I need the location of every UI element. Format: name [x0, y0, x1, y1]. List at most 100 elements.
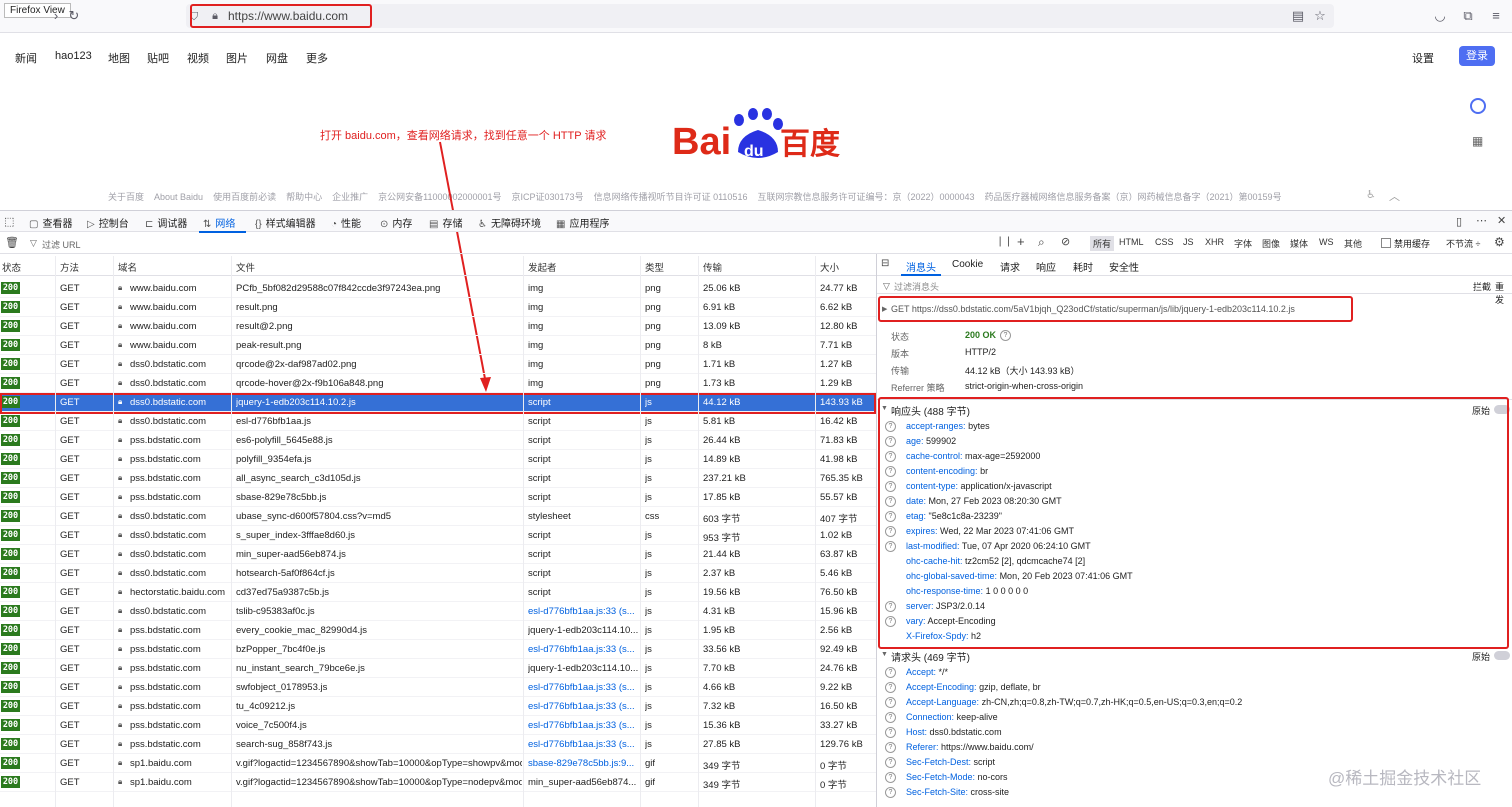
column-header[interactable]: 方法	[60, 260, 79, 274]
table-row[interactable]: 200 GET 🔒︎ pss.bdstatic.com nu_instant_searc…	[0, 659, 876, 678]
detail-tab[interactable]: 响应	[1036, 259, 1056, 274]
extensions-icon[interactable]: ⧉	[1460, 8, 1476, 24]
menu-icon[interactable]: ≡	[1488, 8, 1504, 24]
settings-link[interactable]: 设置	[1412, 50, 1434, 66]
help-icon[interactable]: ?	[885, 742, 896, 753]
table-row[interactable]: 200 GET 🔒︎ dss0.bdstatic.com esl-d776bfb1aa.…	[0, 412, 876, 431]
footer-link[interactable]: 京ICP证030173号	[512, 192, 584, 202]
assistant-icon[interactable]	[1470, 98, 1486, 114]
table-row[interactable]: 200 GET 🔒︎ pss.bdstatic.com search-sug_858f7…	[0, 735, 876, 754]
collapse-arrow-icon[interactable]: ▼	[881, 651, 888, 658]
help-icon[interactable]: ?	[885, 682, 896, 693]
table-row[interactable]: 200 GET 🔒︎ www.baidu.com result@2.png img png 1…	[0, 317, 876, 336]
table-row[interactable]: 200 GET 🔒︎ dss0.bdstatic.com tslib-c95383af0…	[0, 602, 876, 621]
raw-toggle[interactable]	[1494, 651, 1510, 660]
filter-url-input[interactable]: 过滤 URL	[42, 238, 81, 251]
table-row[interactable]: 200 GET 🔒︎ pss.bdstatic.com polyfill_9354efa…	[0, 450, 876, 469]
column-header[interactable]: 大小	[820, 260, 839, 274]
help-icon[interactable]: ?	[885, 697, 896, 708]
table-row[interactable]: 200 GET 🔒︎ sp1.baidu.com v.gif?logactid=1234…	[0, 754, 876, 773]
table-row[interactable]: 200 GET 🔒︎ www.baidu.com PCfb_5bf082d29588c0…	[0, 279, 876, 298]
detail-tab[interactable]: 请求	[1000, 259, 1020, 274]
reload-icon[interactable]: ↻	[66, 8, 82, 24]
url-text[interactable]: https://www.baidu.com	[228, 9, 348, 23]
initiator-cell[interactable]: esl-d776bfb1aa.js:33 (s...	[528, 720, 638, 731]
type-filter-button[interactable]: 所有	[1090, 236, 1115, 251]
help-icon[interactable]: ?	[885, 757, 896, 768]
chevron-up-icon[interactable]: ︿	[1389, 188, 1400, 204]
type-filter-button[interactable]: 媒体	[1290, 237, 1308, 250]
add-icon[interactable]: +	[1017, 234, 1025, 249]
table-row[interactable]: 200 GET 🔒︎ pss.bdstatic.com sbase-829e78c5bb…	[0, 488, 876, 507]
initiator-cell[interactable]: esl-d776bfb1aa.js:33 (s...	[528, 606, 638, 617]
devtools-tab[interactable]: ▦ 应用程序	[556, 215, 609, 230]
trash-icon[interactable]: 🗑︎	[5, 236, 19, 249]
block-icon[interactable]: ⊘	[1061, 235, 1070, 248]
footer-link[interactable]: 互联网宗教信息服务许可证编号：京（2022）0000043	[757, 192, 974, 202]
devtools-tab[interactable]: ⊏ 调试器	[145, 215, 187, 230]
initiator-cell[interactable]: esl-d776bfb1aa.js:33 (s...	[528, 739, 638, 750]
type-filter-button[interactable]: JS	[1183, 237, 1194, 247]
table-row[interactable]: 200 GET 🔒︎ dss0.bdstatic.com min_super-aad56…	[0, 545, 876, 564]
disable-cache-checkbox[interactable]	[1381, 238, 1391, 248]
nav-link[interactable]: 贴吧	[147, 50, 169, 66]
table-row[interactable]: 200 GET 🔒︎ hectorstatic.baidu.com cd37ed75a9…	[0, 583, 876, 602]
table-row[interactable]: 200 GET 🔒︎ dss0.bdstatic.com ubase_sync-d600…	[0, 507, 876, 526]
initiator-cell[interactable]: esl-d776bfb1aa.js:33 (s...	[528, 682, 638, 693]
help-icon[interactable]: ?	[885, 727, 896, 738]
filter-headers-input[interactable]: 过滤消息头	[894, 280, 939, 293]
detail-tab[interactable]: 耗时	[1073, 259, 1093, 274]
type-filter-button[interactable]: XHR	[1205, 237, 1224, 247]
table-row[interactable]: 200 GET 🔒︎ dss0.bdstatic.com qrcode@2x-daf98…	[0, 355, 876, 374]
settings-gear-icon[interactable]: ⚙	[1494, 235, 1505, 249]
nav-link[interactable]: 地图	[108, 50, 130, 66]
type-filter-button[interactable]: CSS	[1155, 237, 1174, 247]
type-filter-button[interactable]: WS	[1319, 237, 1334, 247]
column-header[interactable]: 类型	[645, 260, 664, 274]
detail-tab[interactable]: Cookie	[952, 259, 983, 270]
nav-link[interactable]: 网盘	[266, 50, 288, 66]
initiator-cell[interactable]: sbase-829e78c5bb.js:9...	[528, 758, 638, 769]
footer-link[interactable]: 关于百度	[108, 192, 144, 202]
devtools-tab[interactable]: ▤ 存储	[429, 215, 462, 230]
detail-tab[interactable]: 消息头	[906, 259, 936, 274]
table-row[interactable]: 200 GET 🔒︎ www.baidu.com result.png img png 6.9…	[0, 298, 876, 317]
dock-icon[interactable]: ▯	[1456, 215, 1462, 228]
devtools-tab[interactable]: ♿︎ 无障碍环境	[478, 215, 541, 230]
table-row[interactable]: 200 GET 🔒︎ pss.bdstatic.com all_async_search…	[0, 469, 876, 488]
devtools-tab[interactable]: ◔ 性能	[331, 215, 361, 230]
column-header[interactable]: 传输	[703, 260, 722, 274]
table-row[interactable]: 200 GET 🔒︎ www.baidu.com peak-result.png img p…	[0, 336, 876, 355]
devtools-tab[interactable]: ▢ 查看器	[29, 215, 72, 230]
type-filter-button[interactable]: 其他	[1344, 237, 1362, 250]
block-button[interactable]: 拦截	[1473, 280, 1491, 293]
nav-link[interactable]: 更多	[306, 50, 328, 66]
footer-link[interactable]: 企业推广	[332, 192, 368, 202]
type-filter-button[interactable]: HTML	[1119, 237, 1144, 247]
request-headers-title[interactable]: 请求头 (469 字节)	[891, 649, 970, 664]
devtools-tab[interactable]: ⊙ 内存	[380, 215, 412, 230]
footer-link[interactable]: 使用百度前必读	[213, 192, 276, 202]
nav-link[interactable]: 视频	[187, 50, 209, 66]
column-header[interactable]: 文件	[236, 260, 255, 274]
nav-link[interactable]: 新闻	[15, 50, 37, 66]
table-row[interactable]: 200 GET 🔒︎ pss.bdstatic.com bzPopper_7bc4f0e…	[0, 640, 876, 659]
footer-link[interactable]: 京公网安备11000002000001号	[378, 192, 501, 202]
login-button[interactable]: 登录	[1459, 46, 1495, 66]
search-icon[interactable]: ⌕	[1038, 235, 1045, 250]
footer-link[interactable]: 帮助中心	[286, 192, 322, 202]
footer-link[interactable]: About Baidu	[154, 192, 203, 202]
help-icon[interactable]: ?	[885, 787, 896, 798]
help-icon[interactable]: ?	[885, 712, 896, 723]
table-row[interactable]: 200 GET 🔒︎ pss.bdstatic.com voice_7c500f4.js…	[0, 716, 876, 735]
footer-link[interactable]: 信息网络传播视听节目许可证 0110516	[594, 192, 748, 202]
bookmark-star-icon[interactable]: ☆	[1312, 8, 1328, 24]
table-row[interactable]: 200 GET 🔒︎ pss.bdstatic.com es6-polyfill_564…	[0, 431, 876, 450]
sidebar-toggle-icon[interactable]: ⊟	[881, 258, 889, 269]
initiator-cell[interactable]: esl-d776bfb1aa.js:33 (s...	[528, 701, 638, 712]
throttle-select[interactable]: 不节流 ÷	[1446, 237, 1480, 250]
element-picker-icon[interactable]: ⬚	[4, 215, 14, 228]
table-row[interactable]: 200 GET 🔒︎ pss.bdstatic.com tu_4c09212.js esl…	[0, 697, 876, 716]
pause-icon[interactable]: ❘❘	[996, 236, 1013, 247]
close-devtools-icon[interactable]: ✕	[1497, 214, 1506, 227]
